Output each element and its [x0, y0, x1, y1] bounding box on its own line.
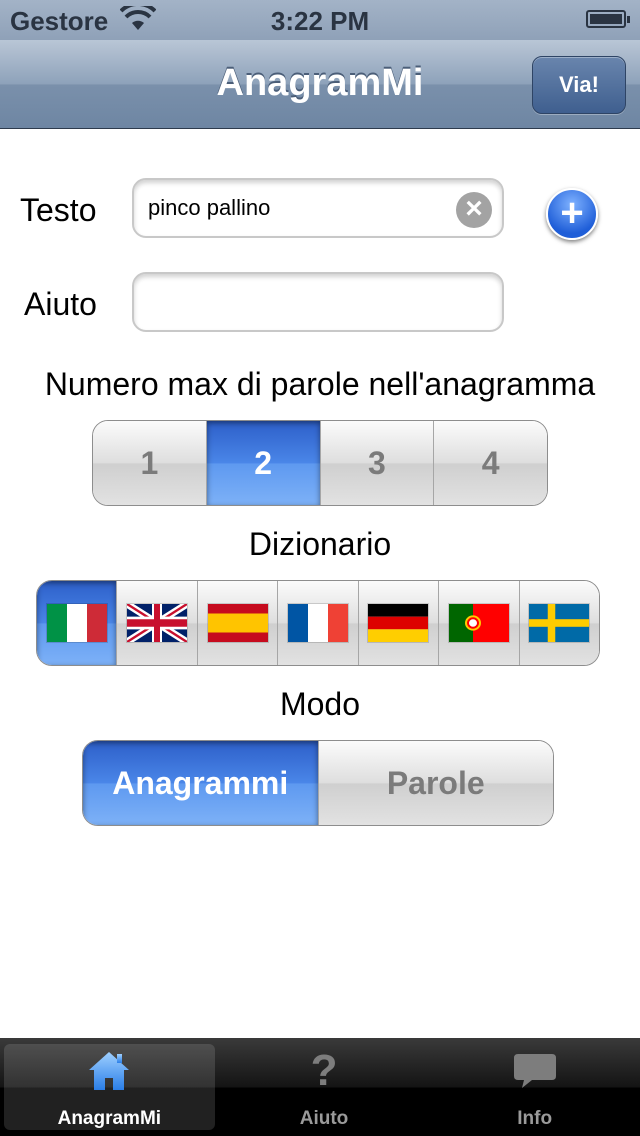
dictionary-option-english[interactable]: [116, 581, 197, 665]
help-field[interactable]: [132, 272, 504, 332]
tab-anagrammi[interactable]: AnagramMi: [4, 1044, 215, 1130]
tab-aiuto[interactable]: ? Aiuto: [219, 1038, 430, 1136]
portugal-flag-icon: [448, 604, 509, 642]
dictionary-option-french[interactable]: [277, 581, 358, 665]
max-words-option-3[interactable]: 3: [319, 421, 434, 505]
sweden-flag-icon: [529, 604, 590, 642]
mode-title: Modo: [279, 686, 361, 722]
clock: 3:22 PM: [270, 6, 370, 36]
status-bar: Gestore 3:22 PM: [0, 0, 640, 40]
house-icon: [89, 1052, 130, 1090]
max-words-segmented-control: 1 2 3 4: [92, 420, 548, 506]
germany-flag-icon: [368, 604, 429, 642]
help-label: Aiuto: [24, 286, 97, 322]
max-words-option-2[interactable]: 2: [205, 421, 320, 505]
add-button[interactable]: +: [546, 188, 598, 240]
mode-option-words[interactable]: Parole: [317, 741, 553, 825]
max-words-option-4[interactable]: 4: [433, 421, 547, 505]
tab-bar: AnagramMi ? Aiuto Info: [0, 1038, 640, 1136]
text-field[interactable]: ×: [132, 178, 504, 238]
spain-flag-icon: [207, 604, 268, 642]
max-words-title: Numero max di parole nell'anagramma: [44, 366, 596, 402]
question-icon: ?: [310, 1046, 338, 1095]
dictionary-option-german[interactable]: [357, 581, 439, 665]
dictionary-option-spanish[interactable]: [196, 581, 278, 665]
plus-icon: +: [560, 191, 584, 235]
go-button[interactable]: Via!: [532, 56, 626, 114]
tab-info[interactable]: Info: [429, 1038, 640, 1136]
tab-label-anagrammi: AnagramMi: [57, 1108, 162, 1129]
clear-text-button[interactable]: ×: [456, 192, 492, 228]
dictionary-option-italian[interactable]: [37, 581, 117, 665]
tab-label-info: Info: [517, 1108, 553, 1129]
mode-segmented-control: Anagrammi Parole: [82, 740, 554, 826]
tab-label-aiuto: Aiuto: [299, 1108, 349, 1129]
italy-flag-icon: [46, 604, 107, 642]
max-words-option-1[interactable]: 1: [93, 421, 206, 505]
battery-icon: [586, 10, 630, 28]
text-input[interactable]: [146, 194, 450, 222]
dictionary-option-portuguese[interactable]: [438, 581, 519, 665]
france-flag-icon: [287, 604, 348, 642]
speech-bubble-icon: [513, 1054, 556, 1088]
dictionary-title: Dizionario: [248, 526, 392, 562]
text-label: Testo: [20, 192, 97, 228]
dictionary-segmented-control: [36, 580, 600, 666]
dictionary-option-swedish[interactable]: [518, 581, 599, 665]
help-input[interactable]: [146, 288, 450, 316]
navigation-bar: AnagramMi Via!: [0, 40, 640, 129]
uk-flag-icon: [127, 604, 188, 642]
mode-option-anagrams[interactable]: Anagrammi: [83, 741, 318, 825]
close-icon: ×: [465, 192, 483, 225]
